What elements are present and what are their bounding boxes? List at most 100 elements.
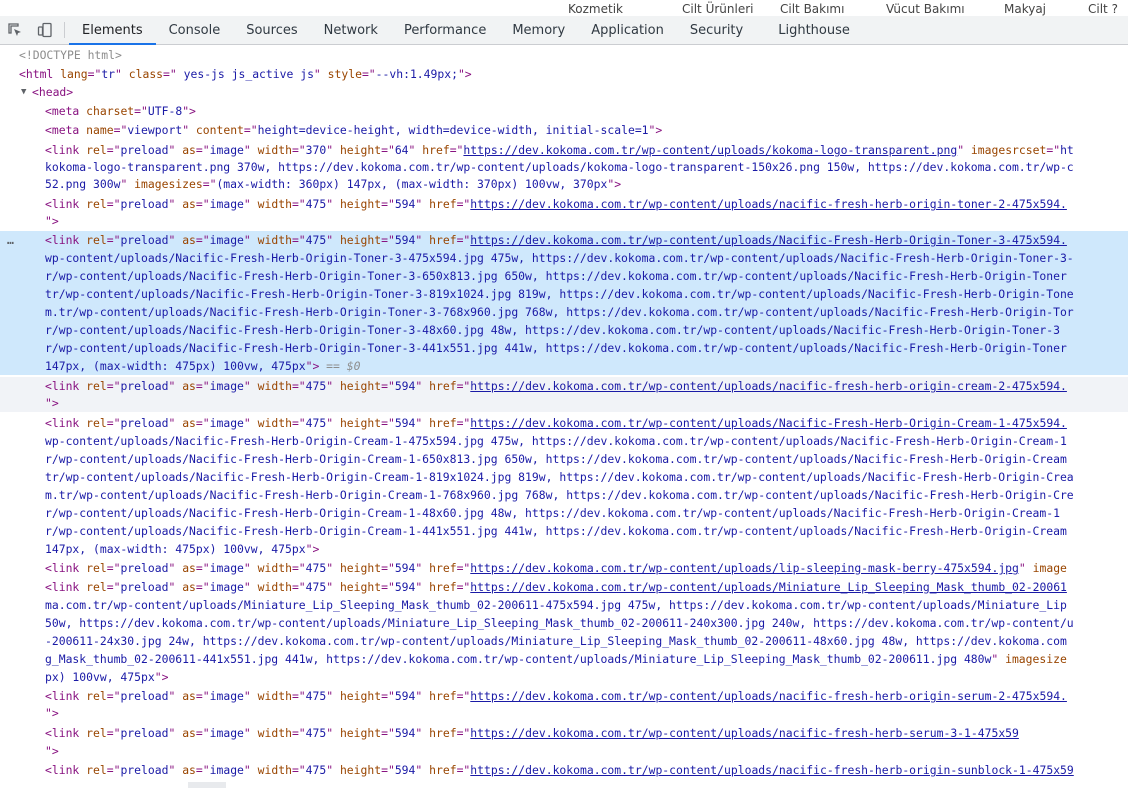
dom-token[interactable]: https://dev.kokoma.com.tr/wp-content/upl… bbox=[470, 197, 1067, 211]
dom-token[interactable]: https://dev.kokoma.com.tr/wp-content/upl… bbox=[470, 416, 1067, 430]
dom-tree-line[interactable]: r/wp-content/uploads/Nacific-Fresh-Herb-… bbox=[0, 450, 1128, 468]
dom-tree-line[interactable]: tr/wp-content/uploads/Nacific-Fresh-Herb… bbox=[0, 285, 1128, 303]
dom-token: <link bbox=[45, 197, 87, 211]
tab-application[interactable]: Application bbox=[578, 16, 677, 44]
tab-network[interactable]: Network bbox=[311, 16, 391, 44]
inspect-element-icon[interactable] bbox=[0, 16, 30, 44]
dom-token[interactable]: https://dev.kokoma.com.tr/wp-content/upl… bbox=[470, 379, 1067, 393]
dom-tree-line[interactable]: m.tr/wp-content/uploads/Nacific-Fresh-He… bbox=[0, 303, 1128, 321]
dom-tree-line[interactable]: <link rel="preload" as="image" width="47… bbox=[0, 559, 1128, 577]
dom-tree-line-content: "> bbox=[45, 742, 59, 760]
dom-tree-line[interactable]: "> bbox=[0, 212, 1128, 230]
dom-tree-line[interactable]: r/wp-content/uploads/Nacific-Fresh-Herb-… bbox=[0, 339, 1128, 357]
dom-token: height=device-height, width=device-width… bbox=[257, 123, 649, 137]
dom-tree-line[interactable]: <link rel="preload" as="image" width="47… bbox=[0, 377, 1128, 395]
tab-performance[interactable]: Performance bbox=[391, 16, 499, 44]
dom-tree-line[interactable]: r/wp-content/uploads/Nacific-Fresh-Herb-… bbox=[0, 504, 1128, 522]
dom-tree-line[interactable]: wp-content/uploads/Nacific-Fresh-Herb-Or… bbox=[0, 249, 1128, 267]
dom-tree-line[interactable]: wp-content/uploads/Nacific-Fresh-Herb-Or… bbox=[0, 432, 1128, 450]
dom-token: <!DOCTYPE html> bbox=[19, 48, 122, 62]
dom-tree-line[interactable]: g_Mask_thumb_02-200611-441x551.jpg 441w,… bbox=[0, 650, 1128, 668]
dom-tree-line[interactable]: r/wp-content/uploads/Nacific-Fresh-Herb-… bbox=[0, 267, 1128, 285]
dom-token: <link bbox=[45, 561, 87, 575]
device-toolbar-icon[interactable] bbox=[30, 16, 60, 44]
dom-tree-line[interactable]: <link rel="preload" as="image" width="37… bbox=[0, 141, 1128, 159]
dom-token[interactable]: https://dev.kokoma.com.tr/wp-content/upl… bbox=[470, 689, 1067, 703]
dom-tree-line[interactable]: px) 100vw, 475px"> bbox=[0, 668, 1128, 686]
dom-tree-line[interactable]: <html lang="tr" class=" yes-js js_active… bbox=[0, 65, 1128, 83]
dom-tree-line-content: <link rel="preload" as="image" width="47… bbox=[45, 687, 1067, 705]
dom-token: href bbox=[429, 197, 457, 211]
dom-token: " bbox=[168, 416, 183, 430]
dom-token: width bbox=[257, 561, 292, 575]
dom-token: " bbox=[415, 379, 430, 393]
dom-token: " bbox=[326, 379, 340, 393]
dom-tree-line-content: r/wp-content/uploads/Nacific-Fresh-Herb-… bbox=[45, 267, 1067, 285]
dom-token: lang bbox=[60, 67, 88, 81]
tab-sources[interactable]: Sources bbox=[233, 16, 310, 44]
dom-token: " bbox=[243, 233, 258, 247]
dom-token[interactable]: https://dev.kokoma.com.tr/wp-content/upl… bbox=[470, 763, 1073, 777]
dom-tree-line[interactable]: <meta name="viewport" content="height=de… bbox=[0, 121, 1128, 139]
dom-tree-line[interactable]: "> bbox=[0, 704, 1128, 722]
dom-token: =" bbox=[195, 379, 210, 393]
dom-token: 50w, https://dev.kokoma.com.tr/wp-conten… bbox=[45, 616, 1074, 630]
dom-token: =" bbox=[456, 580, 471, 594]
tab-lighthouse[interactable]: Lighthouse bbox=[756, 16, 863, 44]
tab-elements[interactable]: Elements bbox=[69, 16, 156, 45]
dom-tree-line[interactable]: "> bbox=[0, 742, 1128, 760]
dom-token: as bbox=[182, 689, 196, 703]
dom-token[interactable]: https://dev.kokoma.com.tr/wp-content/upl… bbox=[470, 233, 1067, 247]
dom-tree-line[interactable]: r/wp-content/uploads/Nacific-Fresh-Herb-… bbox=[0, 321, 1128, 339]
dom-token[interactable]: https://dev.kokoma.com.tr/wp-content/upl… bbox=[470, 726, 1019, 740]
dom-token: 475 bbox=[305, 580, 327, 594]
dom-tree-line[interactable]: tr/wp-content/uploads/Nacific-Fresh-Herb… bbox=[0, 468, 1128, 486]
scrollbar-thumb[interactable] bbox=[188, 782, 226, 788]
dom-tree-line[interactable]: -200611-24x30.jpg 24w, https://dev.kokom… bbox=[0, 632, 1128, 650]
dom-tree-line[interactable]: 147px, (max-width: 475px) 100vw, 475px">… bbox=[0, 357, 1128, 375]
dom-tree-line[interactable]: 52.png 300w" imagesizes="(max-width: 360… bbox=[0, 175, 1128, 193]
dom-tree-line[interactable]: <link rel="preload" as="image" width="47… bbox=[0, 687, 1128, 705]
dom-tree-line-content: r/wp-content/uploads/Nacific-Fresh-Herb-… bbox=[45, 321, 1060, 339]
dom-token: image bbox=[209, 763, 244, 777]
dom-tree-line[interactable]: <link rel="preload" as="image" width="47… bbox=[0, 414, 1128, 432]
dom-token: "> bbox=[45, 744, 59, 758]
dom-tree-line-content: m.tr/wp-content/uploads/Nacific-Fresh-He… bbox=[45, 486, 1074, 504]
tab-security[interactable]: Security bbox=[677, 16, 756, 44]
dom-tree-line[interactable]: <!DOCTYPE html> bbox=[0, 46, 1128, 64]
dom-token: " bbox=[957, 143, 971, 157]
tab-console[interactable]: Console bbox=[156, 16, 234, 44]
dom-tree-line[interactable]: <link rel="preload" as="image" width="47… bbox=[0, 578, 1128, 596]
dom-tree-line[interactable]: kokoma-logo-transparent.png 370w, https:… bbox=[0, 158, 1128, 176]
dom-tree-line[interactable]: r/wp-content/uploads/Nacific-Fresh-Herb-… bbox=[0, 522, 1128, 540]
selected-node-marker: == $0 bbox=[319, 359, 361, 373]
dom-tree-line[interactable]: <link rel="preload" as="image" width="47… bbox=[0, 724, 1128, 742]
expand-triangle-icon[interactable]: ▼ bbox=[21, 83, 26, 101]
dom-tree-line[interactable]: "> bbox=[0, 394, 1128, 412]
dom-tree-line[interactable]: <meta charset="UTF-8"> bbox=[0, 102, 1128, 120]
dom-token: class bbox=[128, 67, 164, 81]
dom-token[interactable]: https://dev.kokoma.com.tr/wp-content/upl… bbox=[470, 580, 1067, 594]
dom-tree-line[interactable]: m.tr/wp-content/uploads/Nacific-Fresh-He… bbox=[0, 486, 1128, 504]
dom-tree-line[interactable]: 147px, (max-width: 475px) 100vw, 475px"> bbox=[0, 540, 1128, 558]
dom-token: "> bbox=[182, 104, 196, 118]
dom-token: =" bbox=[195, 143, 210, 157]
dom-token: <link bbox=[45, 143, 87, 157]
dom-token: tr/wp-content/uploads/Nacific-Fresh-Herb… bbox=[45, 470, 1074, 484]
dom-token: tr bbox=[101, 67, 116, 81]
dom-token[interactable]: https://dev.kokoma.com.tr/wp-content/upl… bbox=[470, 561, 1019, 575]
dom-token: =" bbox=[134, 104, 148, 118]
dom-tree-line[interactable]: <link rel="preload" as="image" width="47… bbox=[0, 195, 1128, 213]
dom-token[interactable]: https://dev.kokoma.com.tr/wp-content/upl… bbox=[463, 143, 957, 157]
dom-token: " bbox=[243, 580, 258, 594]
dom-tree-line[interactable]: ▼ <head> bbox=[0, 83, 1128, 101]
dom-tree-line[interactable]: <link rel="preload" as="image" width="47… bbox=[0, 231, 1128, 249]
dom-token: height bbox=[339, 233, 382, 247]
dom-tree[interactable]: <!DOCTYPE html> <html lang="tr" class=" y… bbox=[0, 45, 1128, 788]
dom-tree-line[interactable]: <link rel="preload" as="image" width="47… bbox=[0, 761, 1128, 779]
dom-token: =" bbox=[195, 233, 210, 247]
dom-tree-line[interactable]: 50w, https://dev.kokoma.com.tr/wp-conten… bbox=[0, 614, 1128, 632]
dom-tree-line[interactable]: ma.com.tr/wp-content/uploads/Miniature_L… bbox=[0, 596, 1128, 614]
node-menu-icon[interactable]: … bbox=[7, 231, 15, 249]
tab-memory[interactable]: Memory bbox=[499, 16, 578, 44]
